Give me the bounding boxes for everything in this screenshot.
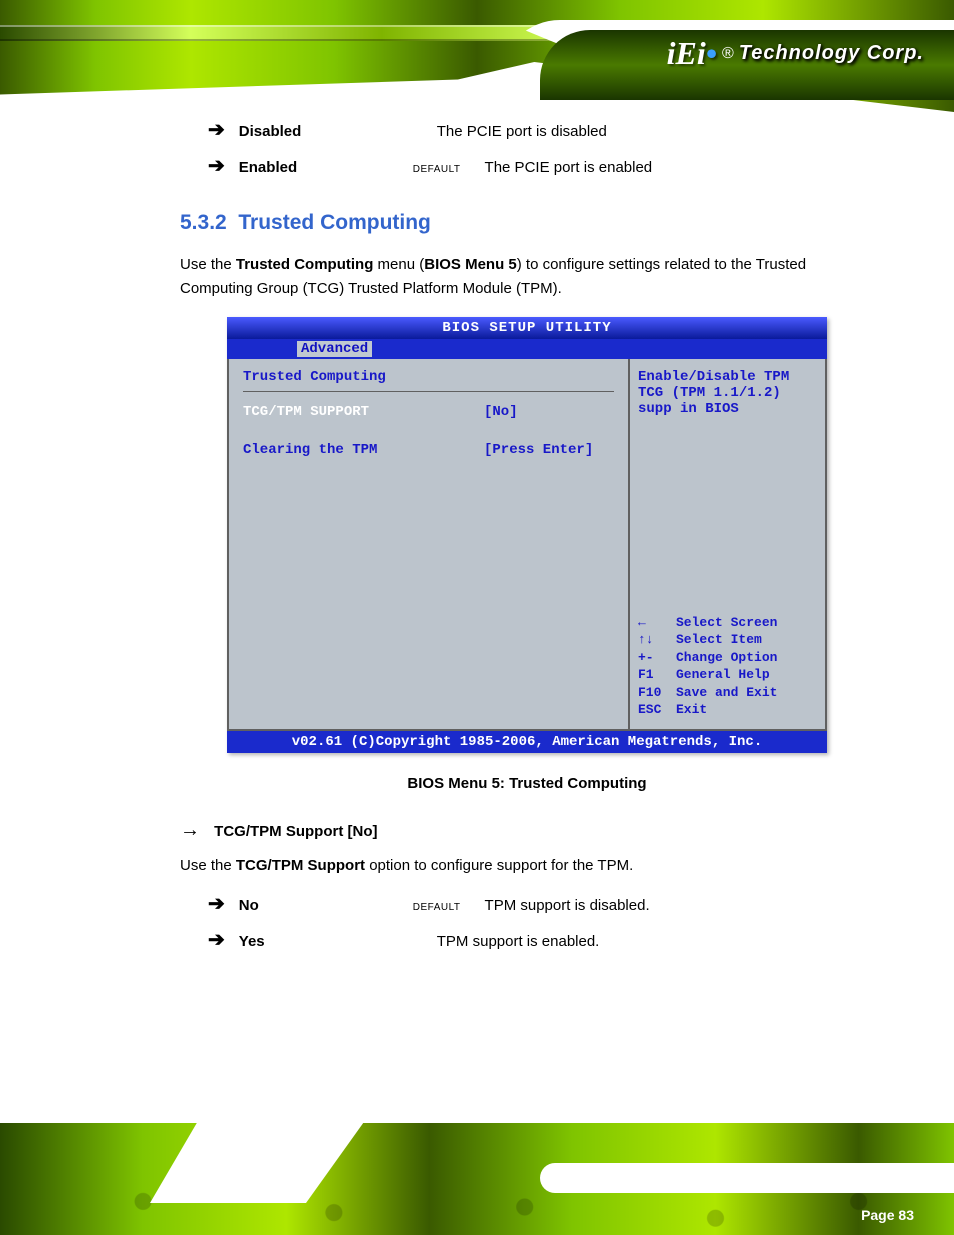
option-enabled: ➔ Enabled DEFAULT The PCIE port is enabl…: [208, 156, 874, 176]
bios-tab-advanced[interactable]: Advanced: [297, 341, 372, 357]
bios-title: BIOS SETUP UTILITY: [227, 317, 827, 339]
bios-body: Trusted Computing TCG/TPM SUPPORT [No] C…: [227, 359, 827, 731]
bios-footer: v02.61 (C)Copyright 1985-2006, American …: [227, 731, 827, 753]
bottom-white-bar: [540, 1163, 954, 1193]
option-label: Enabled: [239, 159, 399, 176]
bios-row-tcg-tpm[interactable]: TCG/TPM SUPPORT [No]: [243, 404, 614, 420]
page-number: Page 83: [861, 1207, 914, 1223]
subsection-heading: → TCG/TPM Support [No]: [180, 820, 874, 840]
option-no: ➔ No DEFAULT TPM support is disabled.: [208, 894, 874, 914]
option-desc: The PCIE port is disabled: [437, 123, 607, 140]
bios-key-legend: ←Select Screen ↑↓Select Item +-Change Op…: [638, 614, 817, 719]
option-desc: The PCIE port is enabled: [485, 159, 653, 176]
bios-row-label: Clearing the TPM: [243, 442, 484, 458]
option-default: DEFAULT: [413, 164, 461, 175]
arrow-right-icon: ➔: [208, 156, 225, 176]
option-label: Yes: [239, 933, 399, 950]
figure-caption: BIOS Menu 5: Trusted Computing: [180, 775, 874, 792]
bios-help-text: Enable/Disable TPM TCG (TPM 1.1/1.2) sup…: [638, 369, 817, 417]
tpm-paragraph: Use the TCG/TPM Support option to config…: [180, 854, 874, 878]
registered-icon: ®: [722, 45, 734, 63]
top-banner: iEi• ® Technology Corp.: [0, 0, 954, 112]
bios-row-value: [Press Enter]: [484, 442, 614, 458]
brand-tagline: Technology Corp.: [739, 42, 924, 65]
intro-paragraph: Use the Trusted Computing menu (BIOS Men…: [180, 253, 874, 301]
option-label: No: [239, 897, 399, 914]
option-desc: TPM support is enabled.: [437, 933, 600, 950]
section-heading: 5.3.2 Trusted Computing: [180, 211, 874, 235]
bios-row-value: [No]: [484, 404, 614, 420]
arrow-right-icon: →: [180, 819, 200, 841]
option-yes: ➔ Yes TPM support is enabled.: [208, 930, 874, 950]
arrow-right-icon: ➔: [208, 894, 225, 914]
logo-mark: iEi•: [667, 35, 717, 72]
option-disabled: ➔ Disabled The PCIE port is disabled: [208, 120, 874, 140]
arrow-right-icon: ➔: [208, 930, 225, 950]
logo-area: iEi• ® Technology Corp.: [667, 35, 924, 72]
bios-tabs: Advanced: [227, 339, 827, 359]
bios-row-clear-tpm[interactable]: Clearing the TPM [Press Enter]: [243, 442, 614, 458]
page-content: ➔ Disabled The PCIE port is disabled ➔ E…: [0, 120, 954, 966]
bios-main-panel: Trusted Computing TCG/TPM SUPPORT [No] C…: [229, 359, 630, 729]
divider: [243, 391, 614, 392]
bios-side-panel: Enable/Disable TPM TCG (TPM 1.1/1.2) sup…: [630, 359, 825, 729]
bottom-banner: Page 83: [0, 1123, 954, 1235]
bios-row-label: TCG/TPM SUPPORT: [243, 404, 484, 420]
option-desc: TPM support is disabled.: [485, 897, 650, 914]
arrow-right-icon: ➔: [208, 120, 225, 140]
option-label: Disabled: [239, 123, 399, 140]
bios-screenshot: BIOS SETUP UTILITY Advanced Trusted Comp…: [227, 317, 827, 753]
option-default: DEFAULT: [413, 902, 461, 913]
bios-panel-heading: Trusted Computing: [243, 369, 614, 389]
